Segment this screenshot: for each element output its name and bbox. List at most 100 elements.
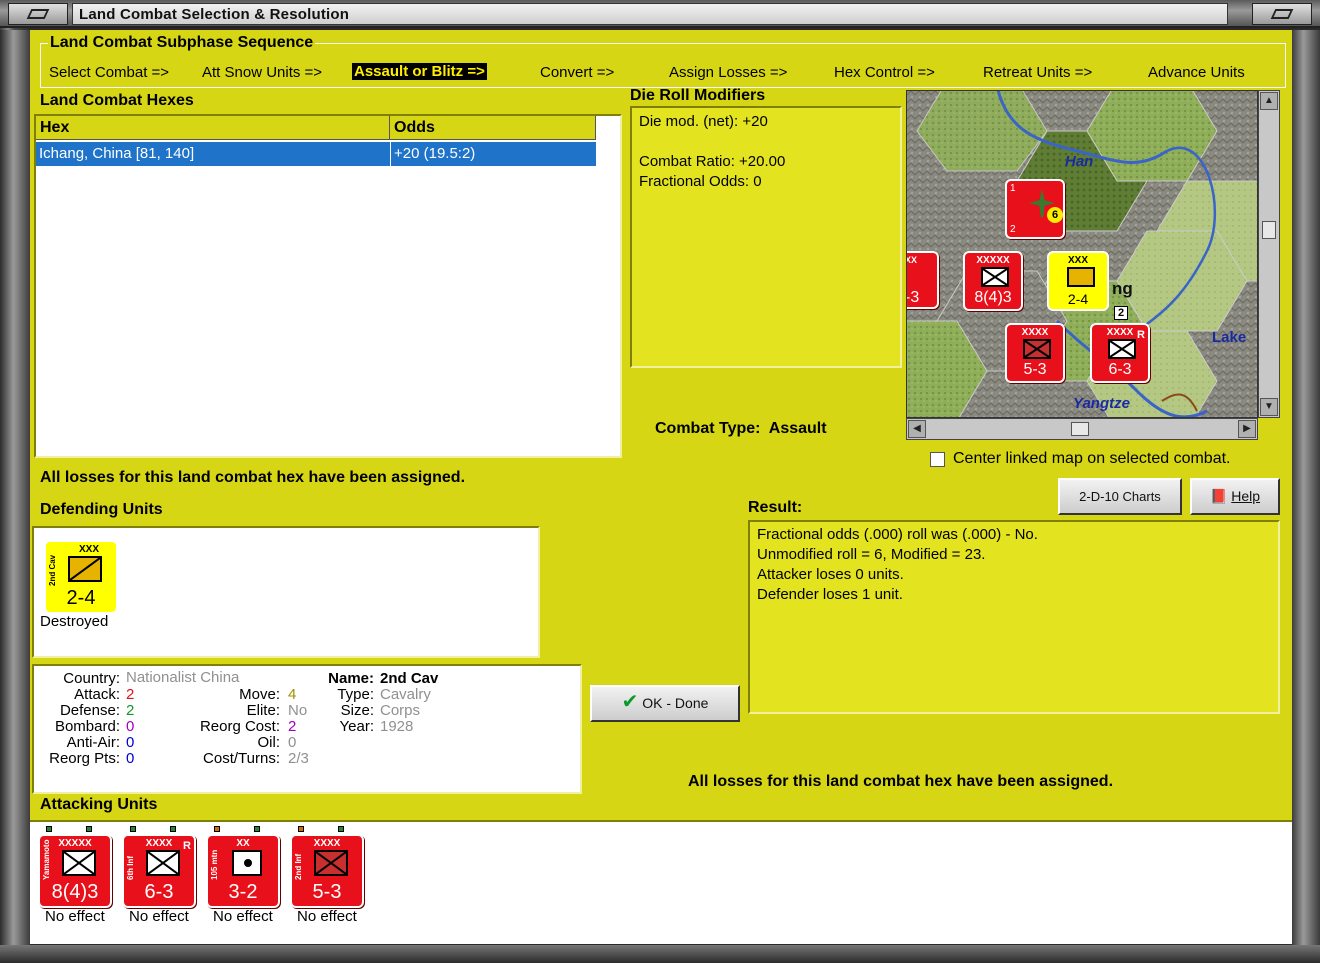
ok-done-button[interactable]: ✔ OK - Done	[590, 685, 740, 722]
reserve-mark: R	[1137, 329, 1145, 341]
defense-label: Defense:	[59, 702, 120, 719]
infantry-symbol	[146, 850, 180, 876]
map-horizontal-scrollbar[interactable]: ◀ ▶	[906, 418, 1258, 440]
air-badge: 6	[1047, 207, 1063, 223]
seq-select-combat: Select Combat =>	[49, 64, 170, 81]
unit-name: 2nd Inf	[294, 853, 303, 880]
defense-value: 2	[126, 702, 135, 719]
unit-name: 105 mtn	[210, 849, 219, 880]
cell-odds: +20 (19.5:2)	[390, 142, 596, 166]
name-value: 2nd Cav	[380, 670, 439, 687]
attacking-unit-yamamoto[interactable]: XXXXX Yamamoto 8(4)3	[38, 834, 112, 908]
result-title: Result:	[748, 499, 803, 516]
reserve-mark: R	[183, 840, 191, 852]
result-line-2: Unmodified roll = 6, Modified = 23.	[757, 546, 986, 563]
elite-value: No	[288, 702, 308, 719]
column-header-odds[interactable]: Odds	[390, 116, 596, 140]
unit-strength: -3	[906, 289, 920, 306]
combat-ratio: Combat Ratio: +20.00	[639, 153, 786, 170]
artillery-symbol	[232, 850, 262, 876]
unit-strength: 6-3	[1108, 361, 1132, 378]
oil-value: 0	[288, 734, 297, 751]
unit-name: Yamamoto	[42, 839, 51, 880]
cavalry-slash-icon	[69, 557, 101, 581]
attack-value: 2	[126, 686, 135, 703]
horizontal-scroll-thumb[interactable]	[1071, 422, 1089, 436]
supply-marker	[46, 826, 52, 832]
checkmark-icon: ✔	[621, 691, 639, 713]
vertical-scroll-thumb[interactable]	[1262, 221, 1276, 239]
scroll-down-icon[interactable]: ▼	[1260, 398, 1278, 416]
supply-marker	[86, 826, 92, 832]
unit-strength: 2-4	[1067, 291, 1089, 307]
unit-size: XXX	[78, 544, 99, 555]
infantry-symbol	[1108, 339, 1136, 359]
scroll-right-icon[interactable]: ▶	[1238, 420, 1256, 438]
fractional-odds: Fractional Odds: 0	[639, 173, 762, 190]
name-label: Name:	[328, 670, 374, 687]
charts-button[interactable]: 2-D-10 Charts	[1058, 478, 1182, 515]
reorgpts-label: Reorg Pts:	[49, 750, 120, 767]
elite-label: Elite:	[246, 702, 280, 719]
main-panel: Land Combat Subphase Sequence Select Com…	[30, 30, 1292, 944]
center-map-label: Center linked map on selected combat.	[953, 450, 1231, 467]
attacking-units-title: Attacking Units	[40, 796, 158, 813]
bombard-value: 0	[126, 718, 135, 735]
linked-map[interactable]: Han Lake Yangtze ng 1 6 2 XX -3 XXXXX 8(…	[906, 90, 1258, 418]
ok-done-label: OK - Done	[642, 695, 709, 711]
scroll-up-icon[interactable]: ▲	[1260, 92, 1278, 110]
supply-marker	[130, 826, 136, 832]
unit-status: No effect	[213, 908, 273, 925]
cross-icon	[1109, 340, 1135, 358]
help-button[interactable]: 📕 Help	[1190, 478, 1280, 515]
infantry-symbol	[62, 850, 96, 876]
unit-size: XXX	[1067, 255, 1088, 266]
result-line-1: Fractional odds (.000) roll was (.000) -…	[757, 526, 1038, 543]
reorgcost-value: 2	[288, 718, 297, 735]
result-line-4: Defender loses 1 unit.	[757, 586, 903, 603]
oil-label: Oil:	[257, 734, 281, 751]
costturns-value: 2/3	[288, 750, 309, 767]
scroll-left-icon[interactable]: ◀	[908, 420, 926, 438]
title-bar: Land Combat Selection & Resolution	[0, 0, 1320, 28]
unit-size: XX	[906, 255, 918, 265]
unit-status: No effect	[45, 908, 105, 925]
map-unit-2nd-cav[interactable]: XXX 2-4	[1047, 251, 1109, 311]
cavalry-symbol	[1067, 267, 1095, 287]
left-rail	[0, 30, 30, 945]
result-line-3: Attacker loses 0 units.	[757, 566, 904, 583]
cavalry-symbol	[68, 556, 102, 582]
help-label: Help	[1231, 488, 1261, 504]
window-icon	[26, 9, 50, 19]
defending-units-box: XXX 2nd Cav 2-4 Destroyed	[32, 526, 540, 658]
antiair-label: Anti-Air:	[66, 734, 120, 751]
book-icon: 📕	[1209, 488, 1228, 504]
result-box: Fractional odds (.000) roll was (.000) -…	[748, 520, 1280, 714]
attacking-unit-6th-inf[interactable]: XXXX R 6th Inf 6-3	[122, 834, 196, 908]
center-map-checkbox[interactable]	[930, 452, 945, 467]
map-vertical-scrollbar[interactable]: ▲ ▼	[1258, 90, 1280, 418]
window-restore-button[interactable]	[1252, 3, 1312, 25]
supply-marker	[214, 826, 220, 832]
combat-hexes-title: Land Combat Hexes	[40, 92, 194, 109]
defending-unit[interactable]: XXX 2nd Cav 2-4	[44, 540, 118, 614]
map-unit-yamamoto[interactable]: XXXXX 8(4)3	[963, 251, 1023, 311]
unit-strength: 5-3	[1023, 361, 1047, 378]
unit-info-box: Country: Nationalist China Attack: 2 Def…	[32, 664, 582, 794]
map-unit-edge[interactable]: XX -3	[906, 251, 939, 309]
map-unit-2nd-inf[interactable]: XXXX 5-3	[1005, 323, 1065, 383]
unit-name: 6th Inf	[126, 856, 135, 880]
window-title: Land Combat Selection & Resolution	[79, 6, 350, 23]
die-mod-net: Die mod. (net): +20	[639, 113, 768, 130]
restore-icon	[1270, 9, 1294, 19]
attacking-unit-105-mtn[interactable]: XX 105 mtn 3-2	[206, 834, 280, 908]
attacking-unit-2nd-inf[interactable]: XXXX 2nd Inf 5-3	[290, 834, 364, 908]
infantry-symbol	[1023, 339, 1051, 359]
supply-marker	[298, 826, 304, 832]
map-unit-6th-inf[interactable]: XXXX R 6-3	[1090, 323, 1150, 383]
window-menu-button[interactable]	[8, 3, 68, 25]
defending-unit-status: Destroyed	[40, 613, 109, 630]
die-roll-title: Die Roll Modifiers	[630, 87, 766, 104]
map-air-unit[interactable]: 1 6 2	[1005, 179, 1065, 239]
column-header-hex[interactable]: Hex	[36, 116, 390, 140]
